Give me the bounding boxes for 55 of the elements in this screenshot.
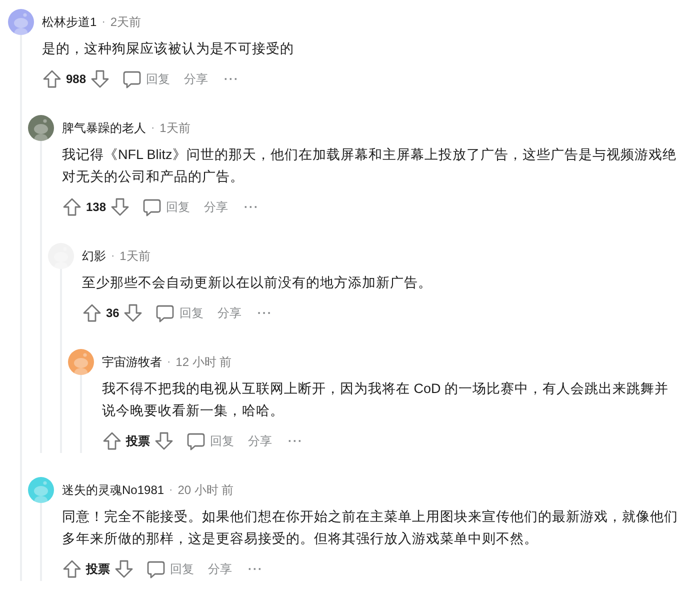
share-button[interactable]: 分享 bbox=[206, 560, 234, 578]
upvote-icon[interactable] bbox=[42, 69, 62, 89]
upvote-icon[interactable] bbox=[102, 431, 122, 451]
reply-button[interactable]: 回复 bbox=[120, 69, 172, 89]
comment-icon[interactable] bbox=[122, 69, 142, 89]
timestamp: 1天前 bbox=[120, 248, 150, 265]
timestamp: 2天前 bbox=[110, 14, 142, 31]
share-button[interactable]: 分享 bbox=[202, 198, 230, 216]
more-button[interactable]: ··· bbox=[255, 304, 274, 322]
username[interactable]: 宇宙游牧者 bbox=[102, 353, 162, 371]
vote-count: 投票 bbox=[86, 561, 110, 578]
downvote-icon[interactable] bbox=[110, 197, 130, 217]
share-button[interactable]: 分享 bbox=[246, 432, 274, 450]
comment-icon[interactable] bbox=[186, 431, 206, 451]
comment-icon[interactable] bbox=[146, 559, 166, 579]
comment-text: 我记得《NFL Blitz》问世的那天，他们在加载屏幕和主屏幕上投放了广告，这些广告是与视频游戏绝 对无关的公司和产品的广告。 bbox=[62, 146, 678, 186]
separator-dot: · bbox=[151, 120, 155, 136]
more-button[interactable]: ··· bbox=[242, 198, 262, 216]
username[interactable]: 幻影 bbox=[82, 247, 106, 265]
comment-text: 是的，这种狗屎应该被认为是不可接受的 bbox=[42, 40, 295, 58]
username[interactable]: 迷失的灵魂No1981 bbox=[62, 481, 164, 499]
more-button[interactable]: ··· bbox=[246, 560, 265, 578]
vote-count: 138 bbox=[86, 199, 106, 216]
timestamp: 12 小时 前 bbox=[176, 354, 232, 371]
vote-count: 36 bbox=[106, 305, 120, 322]
timestamp: 20 小时 前 bbox=[178, 482, 234, 499]
separator-dot: · bbox=[167, 354, 171, 370]
username[interactable]: 松林步道1 bbox=[42, 13, 97, 31]
comment-text: 至少那些不会自动更新以在以前没有的地方添加新广告。 bbox=[82, 274, 433, 292]
vote-count: 投票 bbox=[126, 433, 150, 450]
comment-icon[interactable] bbox=[155, 303, 176, 323]
share-button[interactable]: 分享 bbox=[215, 304, 244, 322]
reply-button[interactable]: 回复 bbox=[144, 559, 196, 579]
downvote-icon[interactable] bbox=[123, 303, 144, 323]
comment-icon[interactable] bbox=[142, 197, 162, 217]
separator-dot: · bbox=[102, 14, 106, 30]
comment-text: 同意！完全不能接受。如果他们想在你开始之前在主菜单上用图块来宣传他们的最新游戏，就像他们 多年来所做的那样，这是更容易接受的。但将其强行放入游戏菜单中则不然。 bbox=[62, 508, 679, 548]
more-button[interactable]: ··· bbox=[286, 432, 305, 450]
username[interactable]: 脾气暴躁的老人 bbox=[62, 119, 146, 137]
downvote-icon[interactable] bbox=[90, 69, 110, 89]
upvote-icon[interactable] bbox=[62, 559, 82, 579]
vote-count: 988 bbox=[66, 71, 86, 88]
downvote-icon[interactable] bbox=[114, 559, 134, 579]
downvote-icon[interactable] bbox=[154, 431, 174, 451]
reply-button[interactable]: 回复 bbox=[153, 303, 206, 323]
upvote-icon[interactable] bbox=[62, 197, 82, 217]
comment-text: 我不得不把我的电视从互联网上断开，因为我将在 CoD 的一场比赛中，有人会跳出来跳舞并 说今晚要收看新一集，哈哈。 bbox=[102, 380, 670, 420]
separator-dot: · bbox=[169, 482, 173, 498]
separator-dot: · bbox=[111, 248, 115, 264]
upvote-icon[interactable] bbox=[82, 303, 102, 323]
timestamp: 1天前 bbox=[160, 120, 190, 137]
reply-button[interactable]: 回复 bbox=[140, 197, 192, 217]
reply-button[interactable]: 回复 bbox=[184, 431, 236, 451]
more-button[interactable]: ··· bbox=[222, 70, 242, 88]
share-button[interactable]: 分享 bbox=[182, 70, 210, 88]
